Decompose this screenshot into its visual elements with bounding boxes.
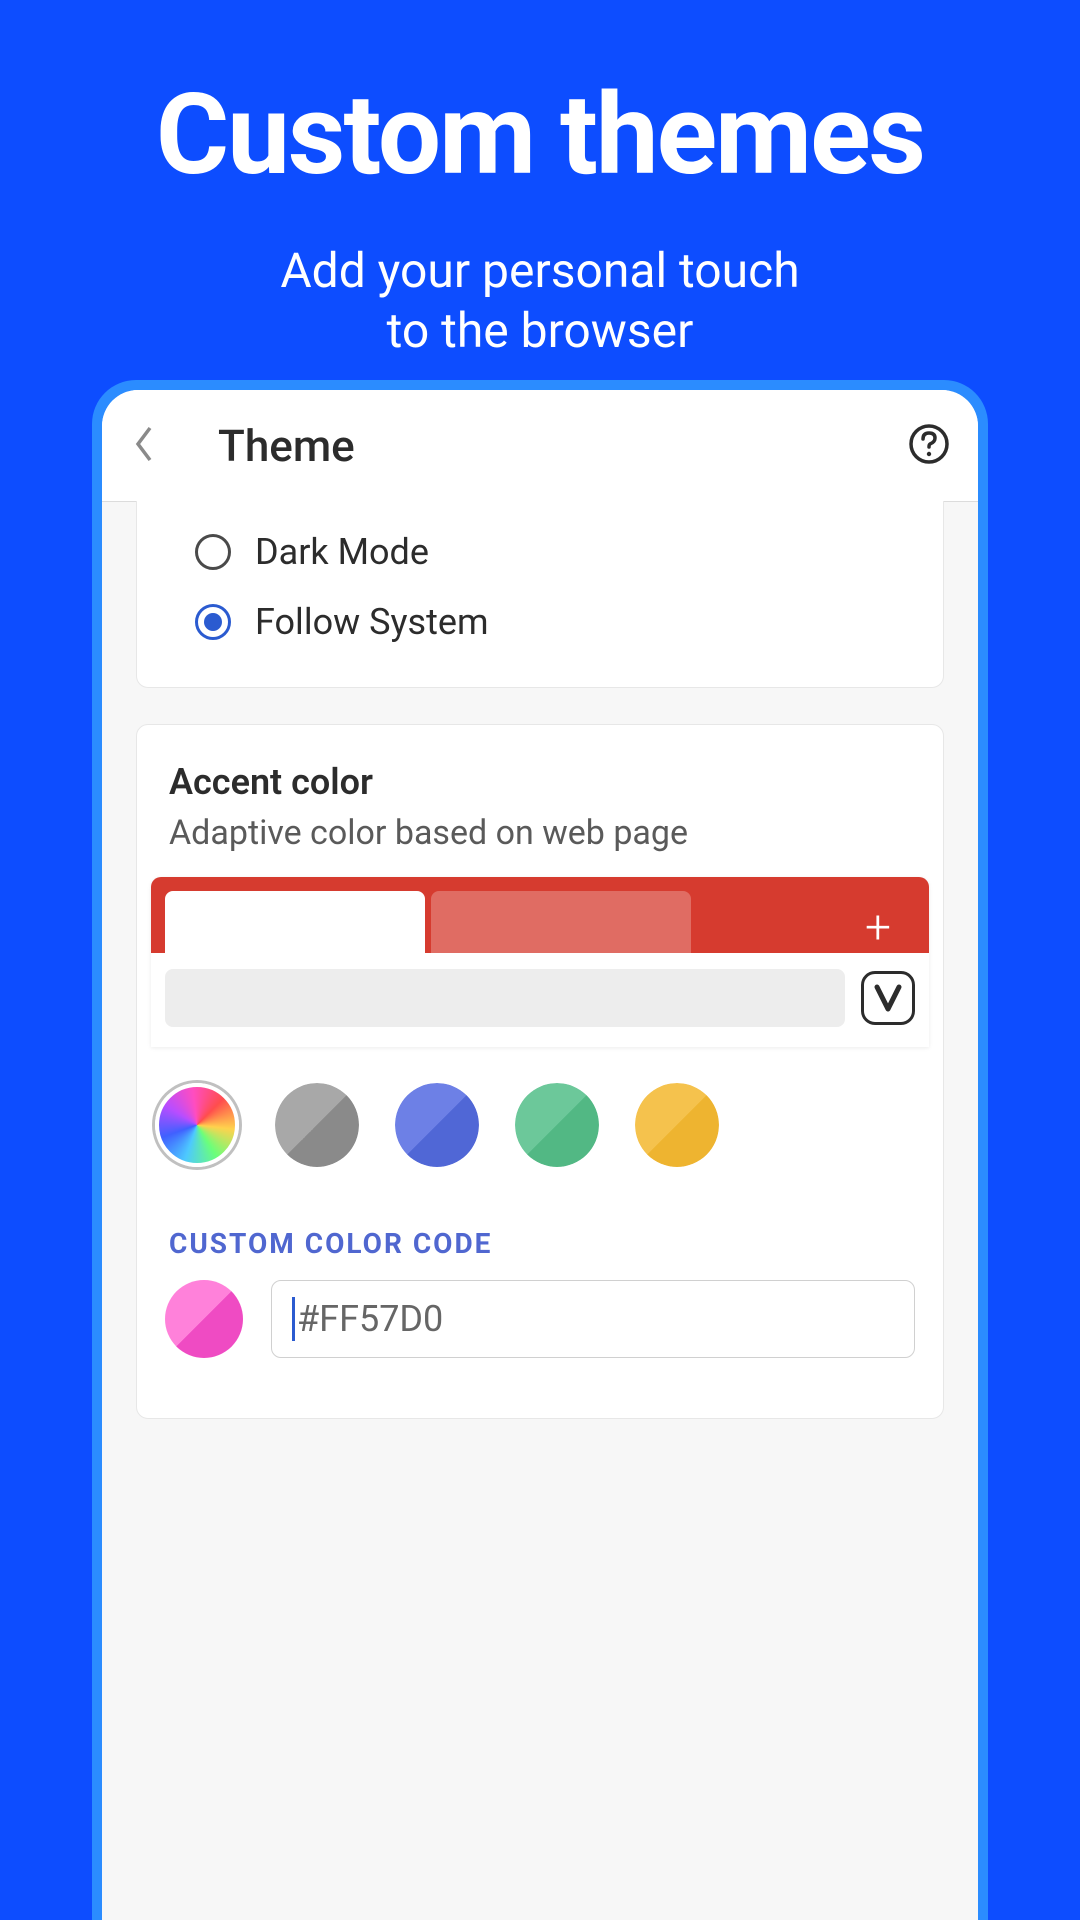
preview-urlbar	[151, 953, 929, 1047]
custom-color-value: #FF57D0	[297, 1298, 443, 1340]
back-icon[interactable]	[130, 424, 158, 468]
theme-mode-card: Dark Mode Follow System	[136, 501, 944, 688]
swatch-grey[interactable]	[275, 1083, 359, 1167]
preview-url-input	[165, 969, 845, 1027]
radio-icon-checked	[195, 604, 231, 640]
plus-icon: +	[865, 905, 891, 951]
help-icon[interactable]	[908, 423, 950, 469]
custom-color-preview[interactable]	[165, 1280, 243, 1358]
accent-color-card: Accent color Adaptive color based on web…	[136, 724, 944, 1419]
radio-follow-system[interactable]: Follow System	[165, 587, 915, 657]
accent-title: Accent color	[137, 761, 943, 803]
hero-title: Custom themes	[0, 70, 1080, 201]
hero-subtitle: Add your personal touch to the browser	[0, 241, 1080, 361]
radio-dark-mode[interactable]: Dark Mode	[165, 517, 915, 587]
text-cursor	[292, 1297, 295, 1341]
page-header: Theme	[102, 390, 978, 502]
custom-color-row: #FF57D0	[137, 1272, 943, 1358]
radio-label: Dark Mode	[255, 531, 429, 573]
accent-preview: +	[151, 877, 929, 1047]
swatch-yellow[interactable]	[635, 1083, 719, 1167]
radio-icon	[195, 534, 231, 570]
swatch-adaptive[interactable]	[155, 1083, 239, 1167]
custom-color-label: CUSTOM COLOR CODE	[137, 1167, 943, 1272]
preview-tab-active	[165, 891, 425, 953]
preview-tab-inactive	[431, 891, 691, 953]
device-frame: Theme Dark Mode Follow System	[92, 380, 988, 1920]
radio-label: Follow System	[255, 601, 489, 643]
custom-color-input[interactable]: #FF57D0	[271, 1280, 915, 1358]
vivaldi-icon	[861, 971, 915, 1025]
accent-subtitle: Adaptive color based on web page	[137, 803, 943, 877]
screen: Theme Dark Mode Follow System	[102, 390, 978, 1920]
preview-tabbar: +	[151, 877, 929, 953]
color-swatches	[137, 1047, 943, 1167]
header-title: Theme	[218, 420, 908, 472]
swatch-blue[interactable]	[395, 1083, 479, 1167]
swatch-green[interactable]	[515, 1083, 599, 1167]
